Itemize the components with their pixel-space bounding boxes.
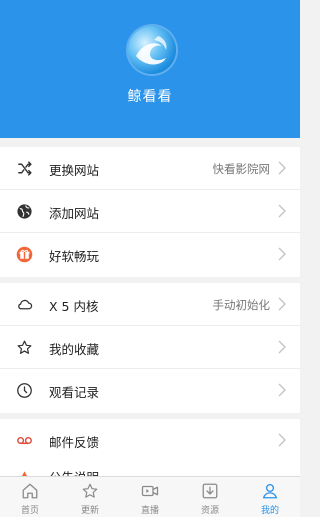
settings-group-2: X 5 内核 手动初始化 我的收藏 观看记录 — [0, 283, 300, 413]
menu-item-history[interactable]: 观看记录 — [0, 369, 300, 412]
gift-icon — [16, 246, 33, 263]
video-icon — [141, 485, 159, 497]
menu-item-label: 我的收藏 — [49, 342, 100, 357]
menu-item-add-site[interactable]: 添加网站 — [0, 190, 300, 233]
menu-item-announcement[interactable]: 公告说明 — [0, 463, 300, 477]
settings-group-1: 更换网站 快看影院网 添加网站 好软畅玩 — [0, 147, 300, 277]
menu-item-good-software[interactable]: 好软畅玩 — [0, 233, 300, 276]
tab-updates[interactable]: 更新 — [60, 477, 120, 517]
menu-item-label: X 5 内核 — [49, 299, 99, 314]
bottom-tab-bar: 首页 更新 直播 资源 我的 — [0, 476, 300, 517]
chevron-right-icon — [278, 433, 286, 447]
app-name: 鲸看看 — [127, 89, 173, 105]
tab-resources[interactable]: 资源 — [180, 477, 240, 517]
menu-item-feedback[interactable]: 邮件反馈 — [0, 419, 300, 462]
profile-header: 鲸看看 — [0, 0, 300, 138]
chevron-right-icon — [278, 297, 286, 311]
chevron-right-icon — [278, 247, 286, 261]
tab-home[interactable]: 首页 — [0, 477, 60, 517]
globe-icon — [17, 204, 32, 219]
person-icon — [262, 483, 278, 499]
chevron-right-icon — [278, 204, 286, 218]
chevron-right-icon — [278, 161, 286, 175]
tab-live[interactable]: 直播 — [120, 477, 180, 517]
tab-label: 更新 — [80, 506, 99, 516]
chevron-right-icon — [278, 383, 286, 397]
app-logo — [128, 26, 176, 74]
menu-item-label: 好软畅玩 — [49, 249, 100, 264]
tab-label: 首页 — [20, 506, 39, 516]
menu-item-label: 观看记录 — [49, 385, 100, 400]
shuffle-icon — [18, 161, 32, 176]
star-outline-icon — [82, 483, 98, 498]
clock-icon — [17, 383, 32, 398]
tab-label: 我的 — [260, 506, 279, 516]
menu-item-favorites[interactable]: 我的收藏 — [0, 326, 300, 369]
menu-item-label: 邮件反馈 — [49, 435, 100, 450]
chevron-right-icon — [278, 340, 286, 354]
menu-item-label: 添加网站 — [49, 206, 100, 221]
cloud-icon — [18, 299, 33, 310]
star-icon — [17, 340, 32, 354]
menu-item-change-site[interactable]: 更换网站 快看影院网 — [0, 147, 300, 190]
tab-label: 资源 — [200, 506, 219, 516]
settings-group-3: 邮件反馈 — [0, 419, 300, 463]
menu-item-x5-kernel[interactable]: X 5 内核 手动初始化 — [0, 283, 300, 326]
current-site-value: 快看影院网 — [212, 162, 271, 176]
tab-label: 直播 — [140, 506, 159, 516]
download-icon — [202, 483, 218, 499]
voicemail-icon — [17, 436, 32, 445]
menu-item-label: 更换网站 — [49, 163, 100, 178]
home-icon — [22, 483, 38, 499]
kernel-status-value: 手动初始化 — [212, 298, 271, 312]
tab-mine[interactable]: 我的 — [240, 477, 300, 517]
